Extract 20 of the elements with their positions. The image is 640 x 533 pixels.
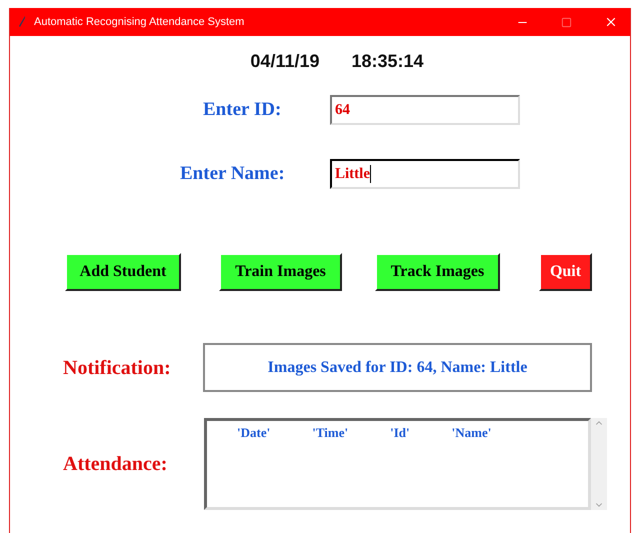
column-header: 'Name' [452, 424, 492, 442]
field-label: Enter Name: [180, 162, 286, 186]
attendance-label: Attendance: [63, 452, 168, 477]
action-button[interactable]: Track Images [375, 253, 500, 291]
action-button[interactable]: Add Student [65, 253, 181, 291]
close-icon[interactable] [604, 15, 618, 29]
text-field[interactable]: Little [330, 159, 520, 189]
action-button[interactable]: Quit [539, 253, 592, 291]
notification-box: Images Saved for ID: 64, Name: Little [203, 343, 592, 392]
time-label: 18:35:14 [352, 50, 424, 73]
window-title: Automatic Recognising Attendance System [34, 14, 244, 30]
date-label: 04/11/19 [250, 50, 320, 73]
column-header: 'Id' [390, 424, 410, 442]
column-header: 'Time' [312, 424, 348, 442]
action-button[interactable]: Train Images [219, 253, 342, 291]
text-field[interactable]: 64 [330, 95, 520, 125]
scrollbar[interactable] [591, 418, 607, 510]
field-label: Enter ID: [203, 98, 282, 122]
column-header: 'Date' [237, 424, 270, 442]
notification-label: Notification: [63, 356, 172, 380]
